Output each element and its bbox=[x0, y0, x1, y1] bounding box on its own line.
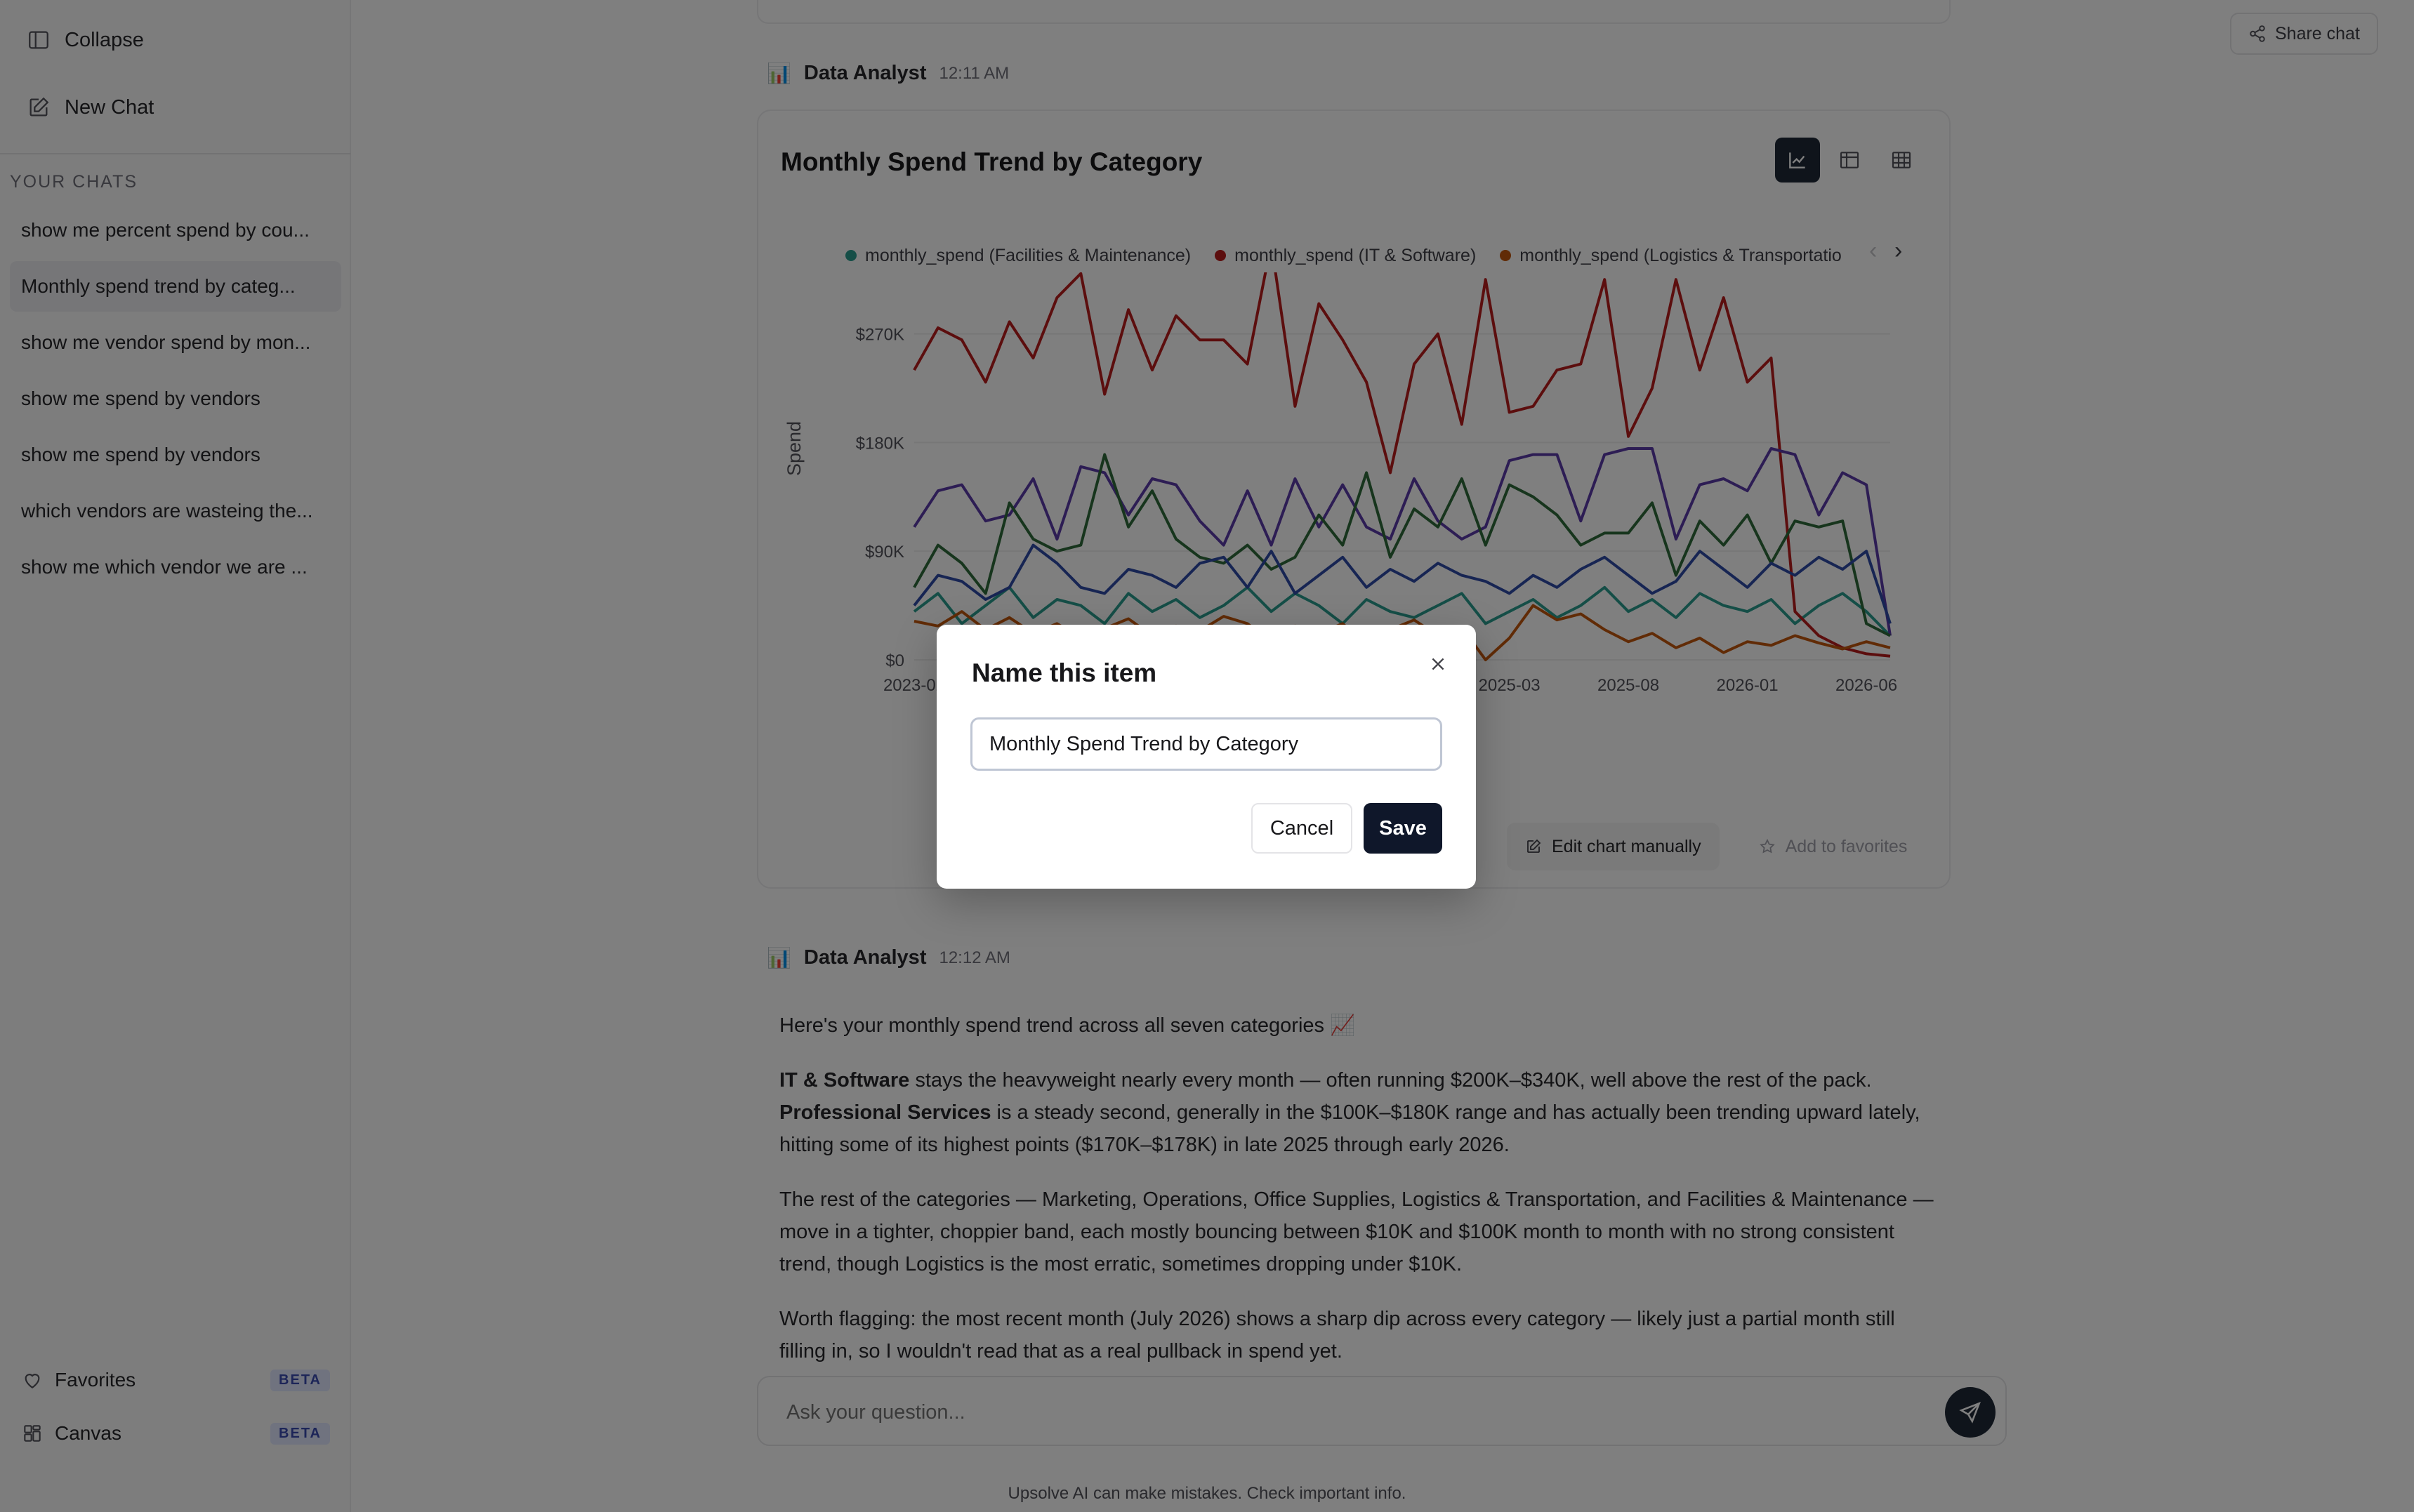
save-button[interactable]: Save bbox=[1364, 803, 1442, 854]
item-name-input[interactable] bbox=[970, 717, 1442, 771]
close-icon[interactable] bbox=[1423, 649, 1453, 679]
rename-dialog: Name this item Cancel Save bbox=[937, 625, 1476, 889]
cancel-button[interactable]: Cancel bbox=[1251, 803, 1352, 854]
dialog-title: Name this item bbox=[972, 658, 1157, 687]
close-x-icon bbox=[1432, 658, 1444, 670]
